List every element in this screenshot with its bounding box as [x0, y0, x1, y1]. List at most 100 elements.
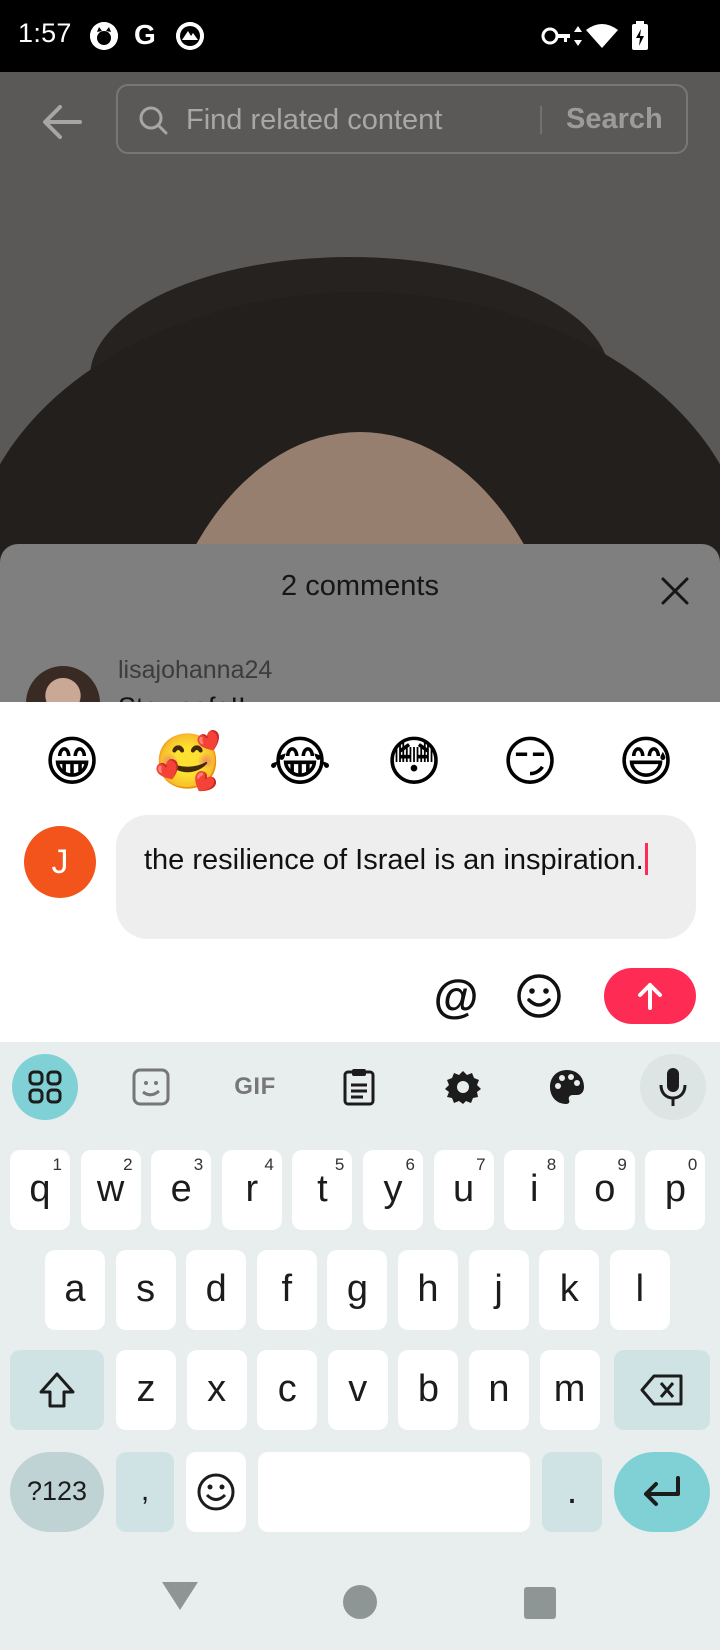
emoji-grin[interactable]: 😁 — [40, 730, 104, 794]
key-label: b — [417, 1368, 439, 1410]
search-bar[interactable]: Find related content Search — [116, 84, 688, 154]
key-y[interactable]: y6 — [363, 1150, 423, 1230]
key-label: d — [205, 1268, 227, 1310]
key-hint: 2 — [123, 1155, 133, 1174]
key-m[interactable]: m — [539, 1350, 600, 1430]
microphone-icon[interactable] — [640, 1054, 706, 1120]
emoji-sweat-smile[interactable]: 😅 — [614, 730, 678, 794]
key-j[interactable]: j — [468, 1250, 529, 1330]
status-time: 1:57 — [18, 18, 72, 48]
gif-button[interactable]: GIF — [222, 1054, 288, 1120]
data-arrows-icon — [574, 26, 582, 46]
key-n[interactable]: n — [469, 1350, 529, 1430]
key-hint: 9 — [617, 1155, 627, 1174]
back-arrow-icon[interactable] — [40, 100, 84, 144]
mention-button[interactable]: @ — [432, 970, 480, 1022]
key-label: i — [529, 1168, 539, 1210]
comment-composer: 😁 🥰 😂 😳 😏 😅 J the resilience of Israel i… — [0, 702, 720, 1042]
clipboard-icon[interactable] — [326, 1054, 392, 1120]
key-a[interactable]: a — [45, 1250, 105, 1330]
key-hint: 4 — [264, 1155, 274, 1174]
theme-palette-icon[interactable] — [534, 1054, 600, 1120]
key-c[interactable]: c — [257, 1350, 318, 1430]
key-d[interactable]: d — [186, 1250, 247, 1330]
google-icon: G — [134, 19, 156, 50]
key-label: r — [245, 1168, 259, 1210]
gif-label: GIF — [234, 1073, 276, 1100]
emoji-picker-icon[interactable] — [516, 973, 562, 1019]
key-u[interactable]: u7 — [433, 1150, 494, 1230]
key-s[interactable]: s — [115, 1250, 176, 1330]
navigation-bar — [162, 1582, 556, 1619]
shift-key[interactable] — [10, 1350, 104, 1430]
key-label: k — [559, 1268, 579, 1310]
key-label: y — [383, 1168, 403, 1210]
comment-input-text: the resilience of Israel is an inspirati… — [144, 844, 644, 876]
system-status-icons — [541, 21, 648, 50]
cat-app-icon — [90, 22, 118, 50]
key-label: s — [136, 1268, 156, 1310]
key-label: p — [664, 1168, 686, 1210]
key-label: n — [488, 1368, 510, 1410]
key-hint: 0 — [687, 1155, 698, 1174]
apps-grid-icon[interactable] — [12, 1054, 78, 1120]
search-input[interactable]: Find related content — [186, 104, 442, 137]
key-label: a — [64, 1268, 86, 1310]
comment-avatar[interactable] — [26, 666, 100, 704]
key-label: q — [29, 1168, 51, 1210]
send-button[interactable] — [604, 968, 696, 1024]
comments-count-title: 2 comments — [281, 570, 439, 602]
key-w[interactable]: w2 — [80, 1150, 141, 1230]
key-f[interactable]: f — [256, 1250, 317, 1330]
comments-sheet: 2 comments lisajohanna24 Stay safe!! ... — [0, 544, 720, 704]
emoji-hearts[interactable]: 🥰 — [154, 730, 221, 794]
key-label: o — [594, 1168, 616, 1210]
key-label: x — [207, 1368, 227, 1410]
key-r[interactable]: r4 — [221, 1150, 282, 1230]
search-button[interactable]: Search — [566, 103, 663, 136]
battery-icon — [632, 21, 648, 50]
nav-back-icon — [162, 1582, 198, 1610]
key-e[interactable]: e3 — [151, 1150, 212, 1230]
settings-gear-icon[interactable] — [430, 1054, 496, 1120]
key-label: j — [494, 1268, 503, 1310]
status-bar: 1:57 G — [0, 0, 720, 72]
key-hint: 5 — [334, 1155, 345, 1174]
arrow-up-icon — [638, 983, 662, 1010]
key-z[interactable]: z — [116, 1350, 176, 1430]
key-l[interactable]: l — [609, 1250, 670, 1330]
comment-input[interactable]: the resilience of Israel is an inspirati… — [116, 815, 696, 939]
key-o[interactable]: o9 — [574, 1150, 635, 1230]
wifi-icon — [586, 24, 618, 48]
key-label: c — [277, 1368, 297, 1410]
key-h[interactable]: h — [398, 1250, 458, 1330]
key-v[interactable]: v — [327, 1350, 388, 1430]
key-q[interactable]: q1 — [10, 1150, 70, 1230]
emoji-smirk[interactable]: 😏 — [498, 730, 562, 794]
search-icon — [139, 106, 168, 135]
key-i[interactable]: i8 — [504, 1150, 565, 1230]
emoji-flushed[interactable]: 😳 — [382, 730, 446, 794]
key-x[interactable]: x — [186, 1350, 247, 1430]
user-avatar: J — [24, 826, 96, 898]
key-label: v — [348, 1368, 368, 1410]
key-label: g — [346, 1268, 368, 1310]
nav-home-icon — [343, 1585, 377, 1619]
backspace-key[interactable] — [614, 1350, 710, 1430]
key-label: l — [635, 1268, 645, 1310]
comment-username[interactable]: lisajohanna24 — [118, 656, 272, 685]
nav-recents-icon — [524, 1587, 556, 1619]
emoji-joy[interactable]: 😂 — [268, 730, 332, 794]
key-hint: 1 — [52, 1155, 62, 1174]
key-hint: 7 — [476, 1155, 486, 1174]
key-t[interactable]: t5 — [292, 1150, 353, 1230]
key-k[interactable]: k — [539, 1250, 600, 1330]
text-caret — [644, 843, 648, 875]
key-g[interactable]: g — [327, 1250, 388, 1330]
key-p[interactable]: p0 — [645, 1150, 706, 1230]
close-icon[interactable] — [660, 576, 690, 606]
key-label: f — [281, 1268, 293, 1310]
sticker-icon[interactable] — [118, 1054, 184, 1120]
key-label: u — [453, 1168, 475, 1210]
key-b[interactable]: b — [398, 1350, 459, 1430]
